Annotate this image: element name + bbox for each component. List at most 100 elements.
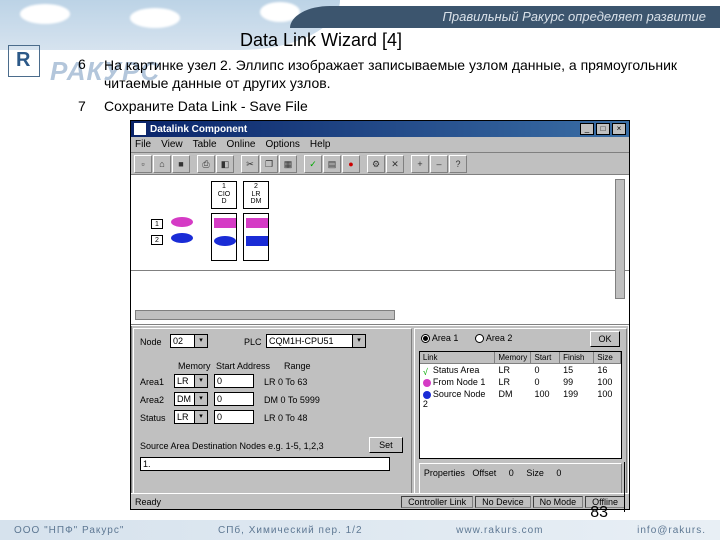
col-range: Range	[284, 361, 311, 371]
tb-print-icon[interactable]: ⎙	[197, 155, 215, 173]
size-label: Size	[526, 468, 544, 478]
node-1-id: 1	[212, 183, 236, 191]
item-number-6: 6	[78, 56, 86, 72]
node-1-l1: CIO	[212, 191, 236, 199]
plc-label: PLC	[244, 337, 262, 347]
src-input[interactable]: 1.	[140, 457, 390, 471]
rakurs-logo	[8, 45, 40, 77]
link-table[interactable]: Link Memory Start Finish Size √Status Ar…	[419, 351, 622, 459]
area1-mem[interactable]: LR	[174, 374, 208, 388]
ok-button[interactable]: OK	[590, 331, 620, 347]
item-text-6: На картинке узел 2. Эллипс изображает за…	[104, 56, 684, 92]
banner-slogan: Правильный Ракурс определяет развитие	[290, 6, 720, 28]
th-finish[interactable]: Finish	[560, 352, 594, 363]
node-1[interactable]: 1 CIO D	[211, 181, 237, 209]
area1-addr[interactable]: 0	[214, 374, 254, 388]
menu-online[interactable]: Online	[227, 139, 256, 150]
tb-save-icon[interactable]: ■	[172, 155, 190, 173]
tb-new-icon[interactable]: ▫	[134, 155, 152, 173]
offset-val: 0	[509, 468, 514, 478]
th-link[interactable]: Link	[420, 352, 496, 363]
status-mode: No Mode	[533, 496, 584, 508]
node-2-l2: DM	[244, 198, 268, 206]
footer-addr: СПб, Химический пер. 1/2	[218, 525, 363, 536]
datalink-window: Datalink Component _ □ × File View Table…	[130, 120, 630, 510]
right-panel: Area 1 Area 2 OK Link Memory Start Finis…	[414, 328, 627, 508]
size-val: 0	[556, 468, 561, 478]
window-title: Datalink Component	[150, 124, 578, 135]
th-mem[interactable]: Memory	[495, 352, 531, 363]
h-scrollbar[interactable]	[135, 310, 395, 320]
node-label: Node	[140, 337, 162, 347]
plc-combo[interactable]: CQM1H-CPU51	[266, 334, 366, 348]
table-row[interactable]: √Status Area LR 0 15 16	[420, 364, 621, 376]
node-combo[interactable]: 02	[170, 334, 208, 348]
tb-grid-icon[interactable]: ▤	[323, 155, 341, 173]
v-scrollbar[interactable]	[615, 179, 625, 299]
th-start[interactable]: Start	[531, 352, 560, 363]
col-start: Start Address	[216, 361, 270, 371]
status-addr[interactable]: 0	[214, 410, 254, 424]
node-1-l2: D	[212, 198, 236, 206]
menu-options[interactable]: Options	[265, 139, 299, 150]
group-2[interactable]	[243, 213, 269, 261]
tb-paste-icon[interactable]: ▦	[279, 155, 297, 173]
ellipse-blue-1	[214, 236, 236, 246]
menu-table[interactable]: Table	[193, 139, 217, 150]
rect-pink-1	[214, 218, 236, 228]
tb-copy-icon[interactable]: ❐	[260, 155, 278, 173]
col-memory: Memory	[178, 361, 211, 371]
area2-mem[interactable]: DM	[174, 392, 208, 406]
minimize-button[interactable]: _	[580, 123, 594, 135]
tb-link-icon[interactable]: ✕	[386, 155, 404, 173]
item-number-7: 7	[78, 98, 86, 114]
tb-help-icon[interactable]: ?	[449, 155, 467, 173]
table-row[interactable]: From Node 1 LR 0 99 100	[420, 376, 621, 388]
props-label: Properties	[424, 468, 465, 478]
tb-open-icon[interactable]: ⌂	[153, 155, 171, 173]
titlebar: Datalink Component _ □ ×	[131, 121, 629, 137]
status-device: No Device	[475, 496, 531, 508]
set-button[interactable]: Set	[369, 437, 403, 453]
group-1[interactable]	[211, 213, 237, 261]
row-label-1: 1	[151, 219, 163, 229]
tb-stop-icon[interactable]: ●	[342, 155, 360, 173]
area2-range: DM 0 To 5999	[264, 395, 320, 405]
rect-blue-2	[246, 236, 268, 246]
tb-cut-icon[interactable]: ✂	[241, 155, 259, 173]
left-panel: Node 02 PLC CQM1H-CPU51 Memory Start Add…	[133, 328, 412, 508]
status-range: LR 0 To 48	[264, 413, 307, 423]
legend-pink	[171, 217, 193, 227]
page-title: Data Link Wizard [4]	[240, 30, 402, 51]
close-button[interactable]: ×	[612, 123, 626, 135]
app-icon	[134, 123, 146, 135]
src-label: Source Area Destination Nodes e.g. 1-5, …	[140, 441, 340, 451]
area2-addr[interactable]: 0	[214, 392, 254, 406]
tb-zoomin-icon[interactable]: +	[411, 155, 429, 173]
node-2-l1: LR	[244, 191, 268, 199]
tb-check-icon[interactable]: ✓	[304, 155, 322, 173]
tb-cfg-icon[interactable]: ⚙	[367, 155, 385, 173]
th-size[interactable]: Size	[594, 352, 621, 363]
offset-label: Offset	[472, 468, 496, 478]
table-row[interactable]: Source Node 2 DM 100 199 100	[420, 388, 621, 410]
status-controller: Controller Link	[401, 496, 473, 508]
menu-view[interactable]: View	[161, 139, 183, 150]
area1-radio[interactable]: Area 1	[421, 333, 459, 343]
statusbar: Ready Controller Link No Device No Mode …	[131, 493, 629, 509]
node-2-id: 2	[244, 183, 268, 191]
tb-zoomout-icon[interactable]: –	[430, 155, 448, 173]
menu-file[interactable]: File	[135, 139, 151, 150]
tb-preview-icon[interactable]: ◧	[216, 155, 234, 173]
area2-label: Area2	[140, 395, 164, 405]
menu-help[interactable]: Help	[310, 139, 331, 150]
diagram-canvas[interactable]: 1 CIO D 2 LR DM 1 2	[131, 175, 629, 325]
rect-pink-2	[246, 218, 268, 228]
node-2[interactable]: 2 LR DM	[243, 181, 269, 209]
status-mem[interactable]: LR	[174, 410, 208, 424]
area2-radio[interactable]: Area 2	[475, 333, 513, 343]
menubar: File View Table Online Options Help	[131, 137, 629, 153]
maximize-button[interactable]: □	[596, 123, 610, 135]
footer-company: ООО "НПФ" Ракурс"	[14, 525, 124, 536]
area1-range: LR 0 To 63	[264, 377, 307, 387]
